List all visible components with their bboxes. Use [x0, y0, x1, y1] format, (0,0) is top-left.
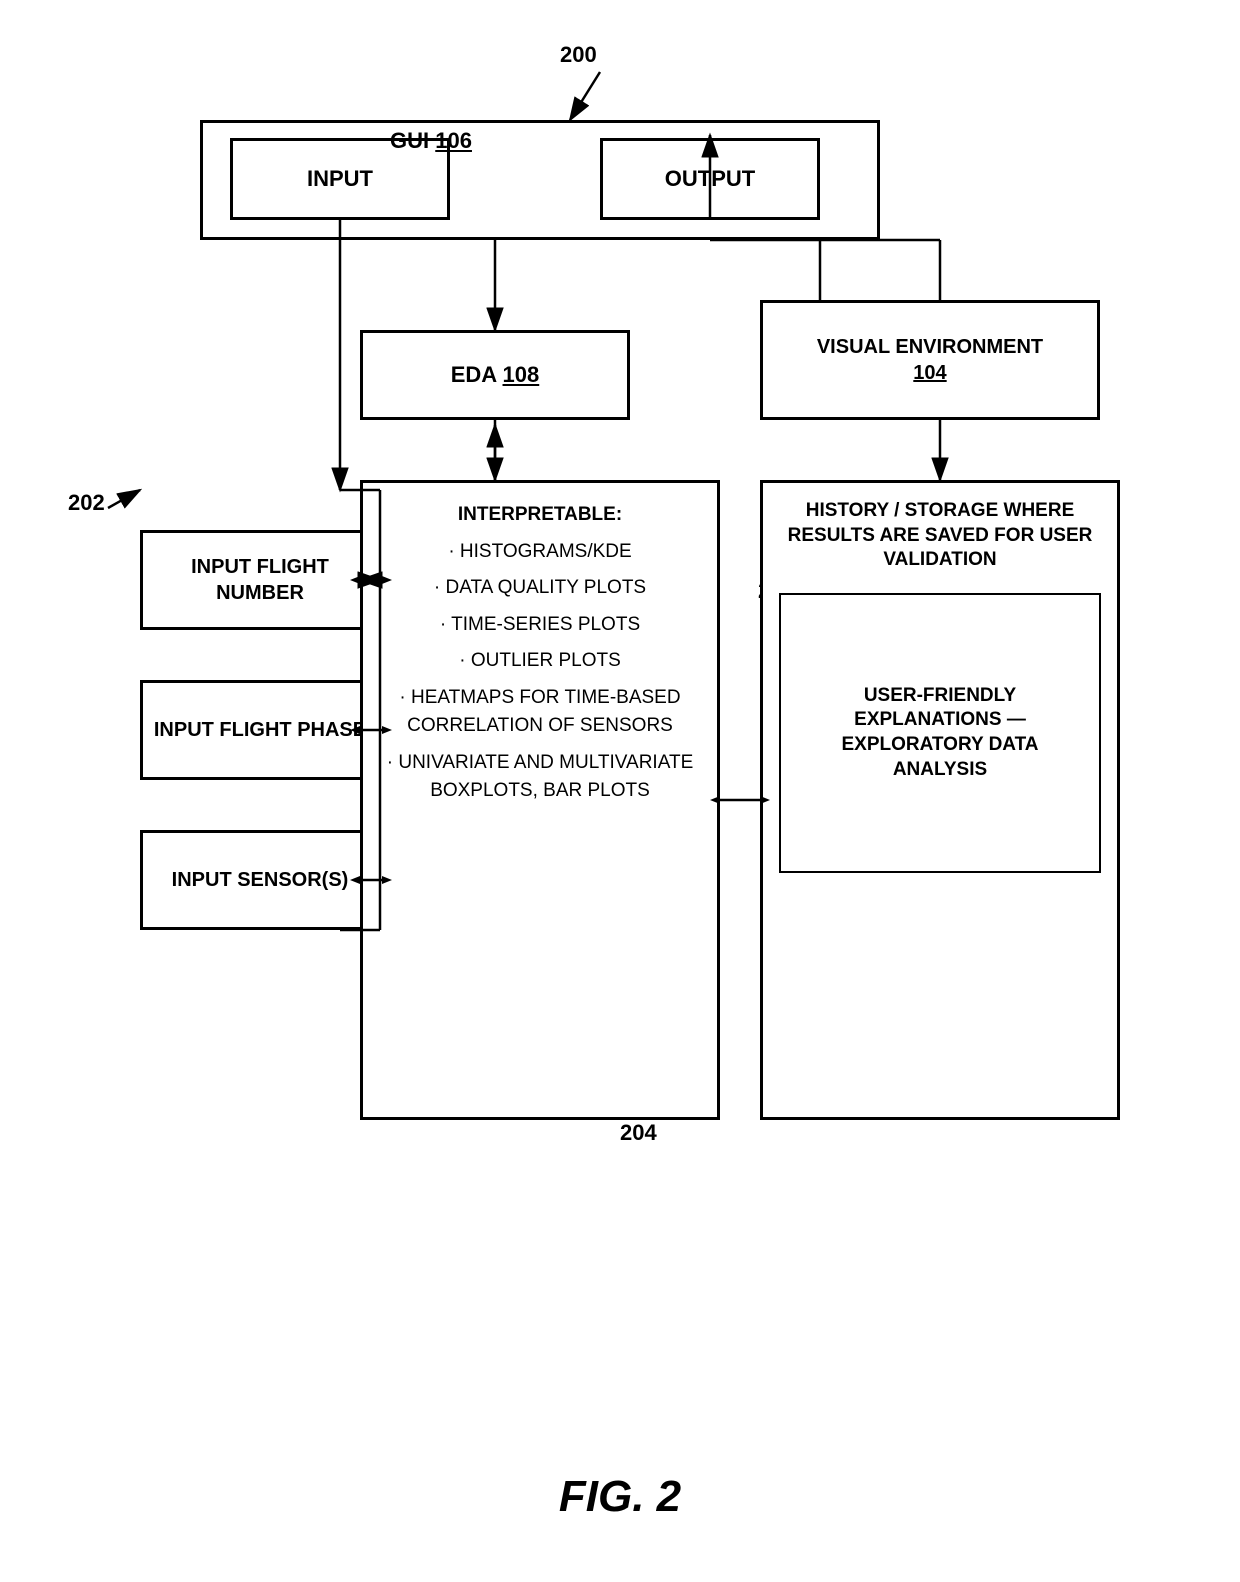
input-flight-phase-label: INPUT FLIGHT PHASE	[154, 717, 366, 743]
diagram: 200 INPUT OUTPUT GUI 106 EDA 108 VISUAL …	[0, 0, 1240, 1582]
output-label: OUTPUT	[665, 165, 755, 194]
input-sensors-label: INPUT SENSOR(S)	[172, 867, 349, 893]
user-friendly-box: USER-FRIENDLY EXPLANATIONS — EXPLORATORY…	[779, 593, 1101, 873]
ve-text: VISUAL ENVIRONMENT104	[817, 334, 1043, 386]
ref-202: 202	[68, 490, 105, 516]
user-friendly-label: USER-FRIENDLY EXPLANATIONS — EXPLORATORY…	[793, 684, 1087, 783]
gui-text: GUI	[390, 128, 429, 153]
fig-label: FIG. 2	[0, 1472, 1240, 1522]
input-label: INPUT	[307, 165, 373, 194]
history-storage-label: HISTORY / STORAGE WHERE RESULTS ARE SAVE…	[779, 499, 1101, 573]
ref-204: 204	[620, 1120, 657, 1146]
eda-text: EDA 108	[451, 361, 539, 390]
input-sensors-box: INPUT SENSOR(S)	[140, 830, 380, 930]
interpretable-content: INTERPRETABLE: · HISTOGRAMS/KDE · DATA Q…	[379, 501, 701, 806]
interpretable-box: INTERPRETABLE: · HISTOGRAMS/KDE · DATA Q…	[360, 480, 720, 1120]
visual-environment-box: VISUAL ENVIRONMENT104	[760, 300, 1100, 420]
input-flight-phase-box: INPUT FLIGHT PHASE	[140, 680, 380, 780]
gui-ref: 106	[435, 128, 472, 153]
history-storage-outer-box: HISTORY / STORAGE WHERE RESULTS ARE SAVE…	[760, 480, 1120, 1120]
ref-200: 200	[560, 42, 597, 68]
output-box: OUTPUT	[600, 138, 820, 220]
input-flight-number-label: INPUT FLIGHT NUMBER	[151, 554, 369, 606]
input-flight-number-box: INPUT FLIGHT NUMBER	[140, 530, 380, 630]
gui-label: GUI 106	[390, 128, 472, 154]
eda-box: EDA 108	[360, 330, 630, 420]
